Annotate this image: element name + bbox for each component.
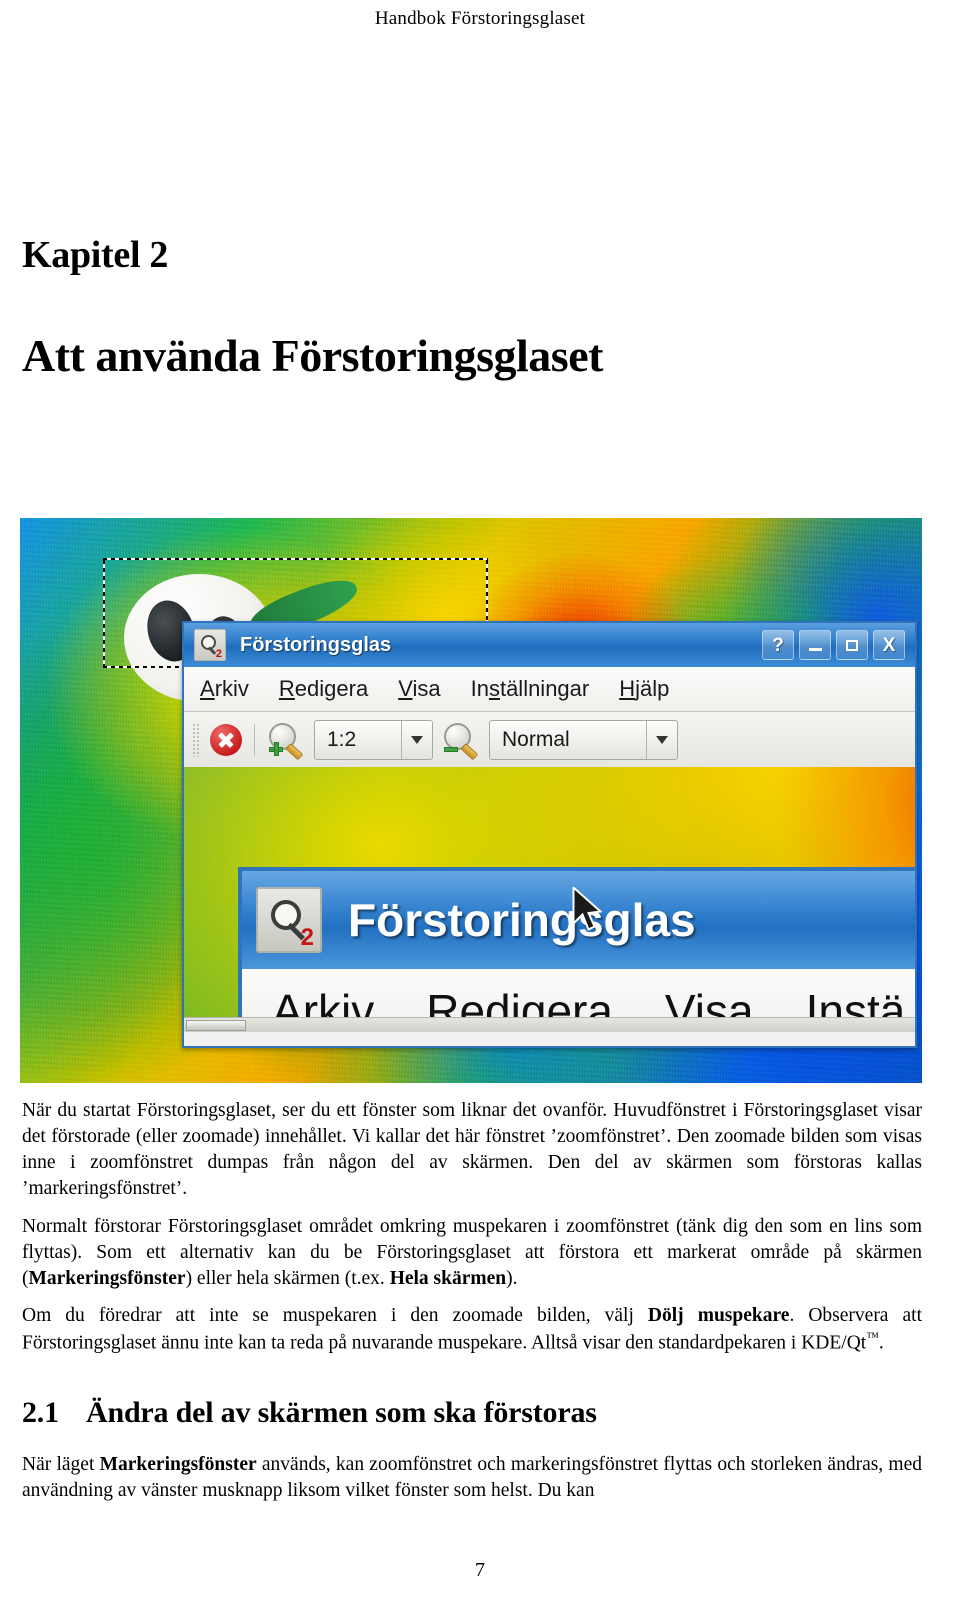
magnifier-window[interactable]: 2 Förstoringsglas ? X Arkiv Redigera Vis… <box>182 621 917 1048</box>
paragraph: Om du föredrar att inte se muspekaren i … <box>22 1304 922 1354</box>
figure-screenshot: 2 Förstoringsglas ? X Arkiv Redigera Vis… <box>20 518 922 1083</box>
body-text: När du startat Förstoringsglaset, ser du… <box>22 1098 922 1368</box>
section-number: 2.1 <box>22 1396 59 1429</box>
window-title: Förstoringsglas <box>240 633 392 656</box>
menu-bar[interactable]: Arkiv Redigera Visa Inställningar Hjälp <box>184 667 915 712</box>
stop-refresh-icon[interactable] <box>210 724 242 756</box>
section-text: När läget Markeringsfönster används, kan… <box>22 1452 922 1504</box>
mouse-pointer-icon <box>572 887 602 931</box>
menu-item-arkiv[interactable]: Arkiv <box>200 676 249 702</box>
chevron-down-icon[interactable] <box>646 721 677 759</box>
mode-combobox[interactable]: Normal <box>489 720 678 760</box>
window-titlebar[interactable]: 2 Förstoringsglas ? X <box>182 621 917 667</box>
help-button[interactable]: ? <box>762 630 794 660</box>
zoom-in-icon[interactable] <box>267 723 305 761</box>
menu-item-visa[interactable]: Visa <box>398 676 440 702</box>
zoomed-window-title: Förstoringsglas <box>348 894 696 946</box>
toolbar-separator <box>254 724 255 756</box>
toolbar-grip[interactable] <box>192 723 201 757</box>
chapter-block: Kapitel 2 Att använda Förstoringsglaset <box>22 234 912 381</box>
paragraph: När läget Markeringsfönster används, kan… <box>22 1454 922 1502</box>
zoom-level-combobox[interactable]: 1:2 <box>314 720 433 760</box>
magnifier-2-icon: 2 <box>194 629 226 661</box>
scrollbar-thumb[interactable] <box>186 1020 246 1031</box>
zoom-out-icon[interactable] <box>442 723 480 761</box>
menu-item-hjalp[interactable]: Hjälp <box>619 676 669 702</box>
paragraph: När du startat Förstoringsglaset, ser du… <box>22 1100 922 1200</box>
chapter-number: Kapitel 2 <box>22 234 169 276</box>
zoom-view[interactable]: 2 Förstoringsglas Arkiv Redigera Visa In… <box>184 767 915 1032</box>
chapter-title: Att använda Förstoringsglaset <box>22 329 603 381</box>
tool-bar[interactable]: 1:2 Normal <box>184 712 915 769</box>
zoom-level-value: 1:2 <box>327 728 357 751</box>
minimize-button[interactable] <box>799 630 831 660</box>
maximize-button[interactable] <box>836 630 868 660</box>
menu-item-installningar[interactable]: Inställningar <box>471 676 590 702</box>
chevron-down-icon[interactable] <box>401 721 432 759</box>
section-title: Ändra del av skärmen som ska förstoras <box>86 1396 597 1429</box>
mode-value: Normal <box>502 728 570 751</box>
section-heading: 2.1 Ändra del av skärmen som ska förstora… <box>22 1396 922 1430</box>
page-number: 7 <box>475 1559 485 1581</box>
running-header: Handbok Förstoringsglaset <box>374 8 586 29</box>
magnifier-2-icon: 2 <box>256 887 322 953</box>
menu-item-redigera[interactable]: Redigera <box>279 676 368 702</box>
zoomed-window-titlebar: 2 Förstoringsglas <box>242 871 915 969</box>
horizontal-scrollbar[interactable] <box>184 1017 915 1032</box>
close-button[interactable]: X <box>873 630 905 660</box>
window-controls[interactable]: ? X <box>762 630 909 660</box>
paragraph: Normalt förstorar Förstoringsglaset områ… <box>22 1215 922 1289</box>
zoomed-magnifier-window: 2 Förstoringsglas Arkiv Redigera Visa In… <box>238 867 915 1032</box>
